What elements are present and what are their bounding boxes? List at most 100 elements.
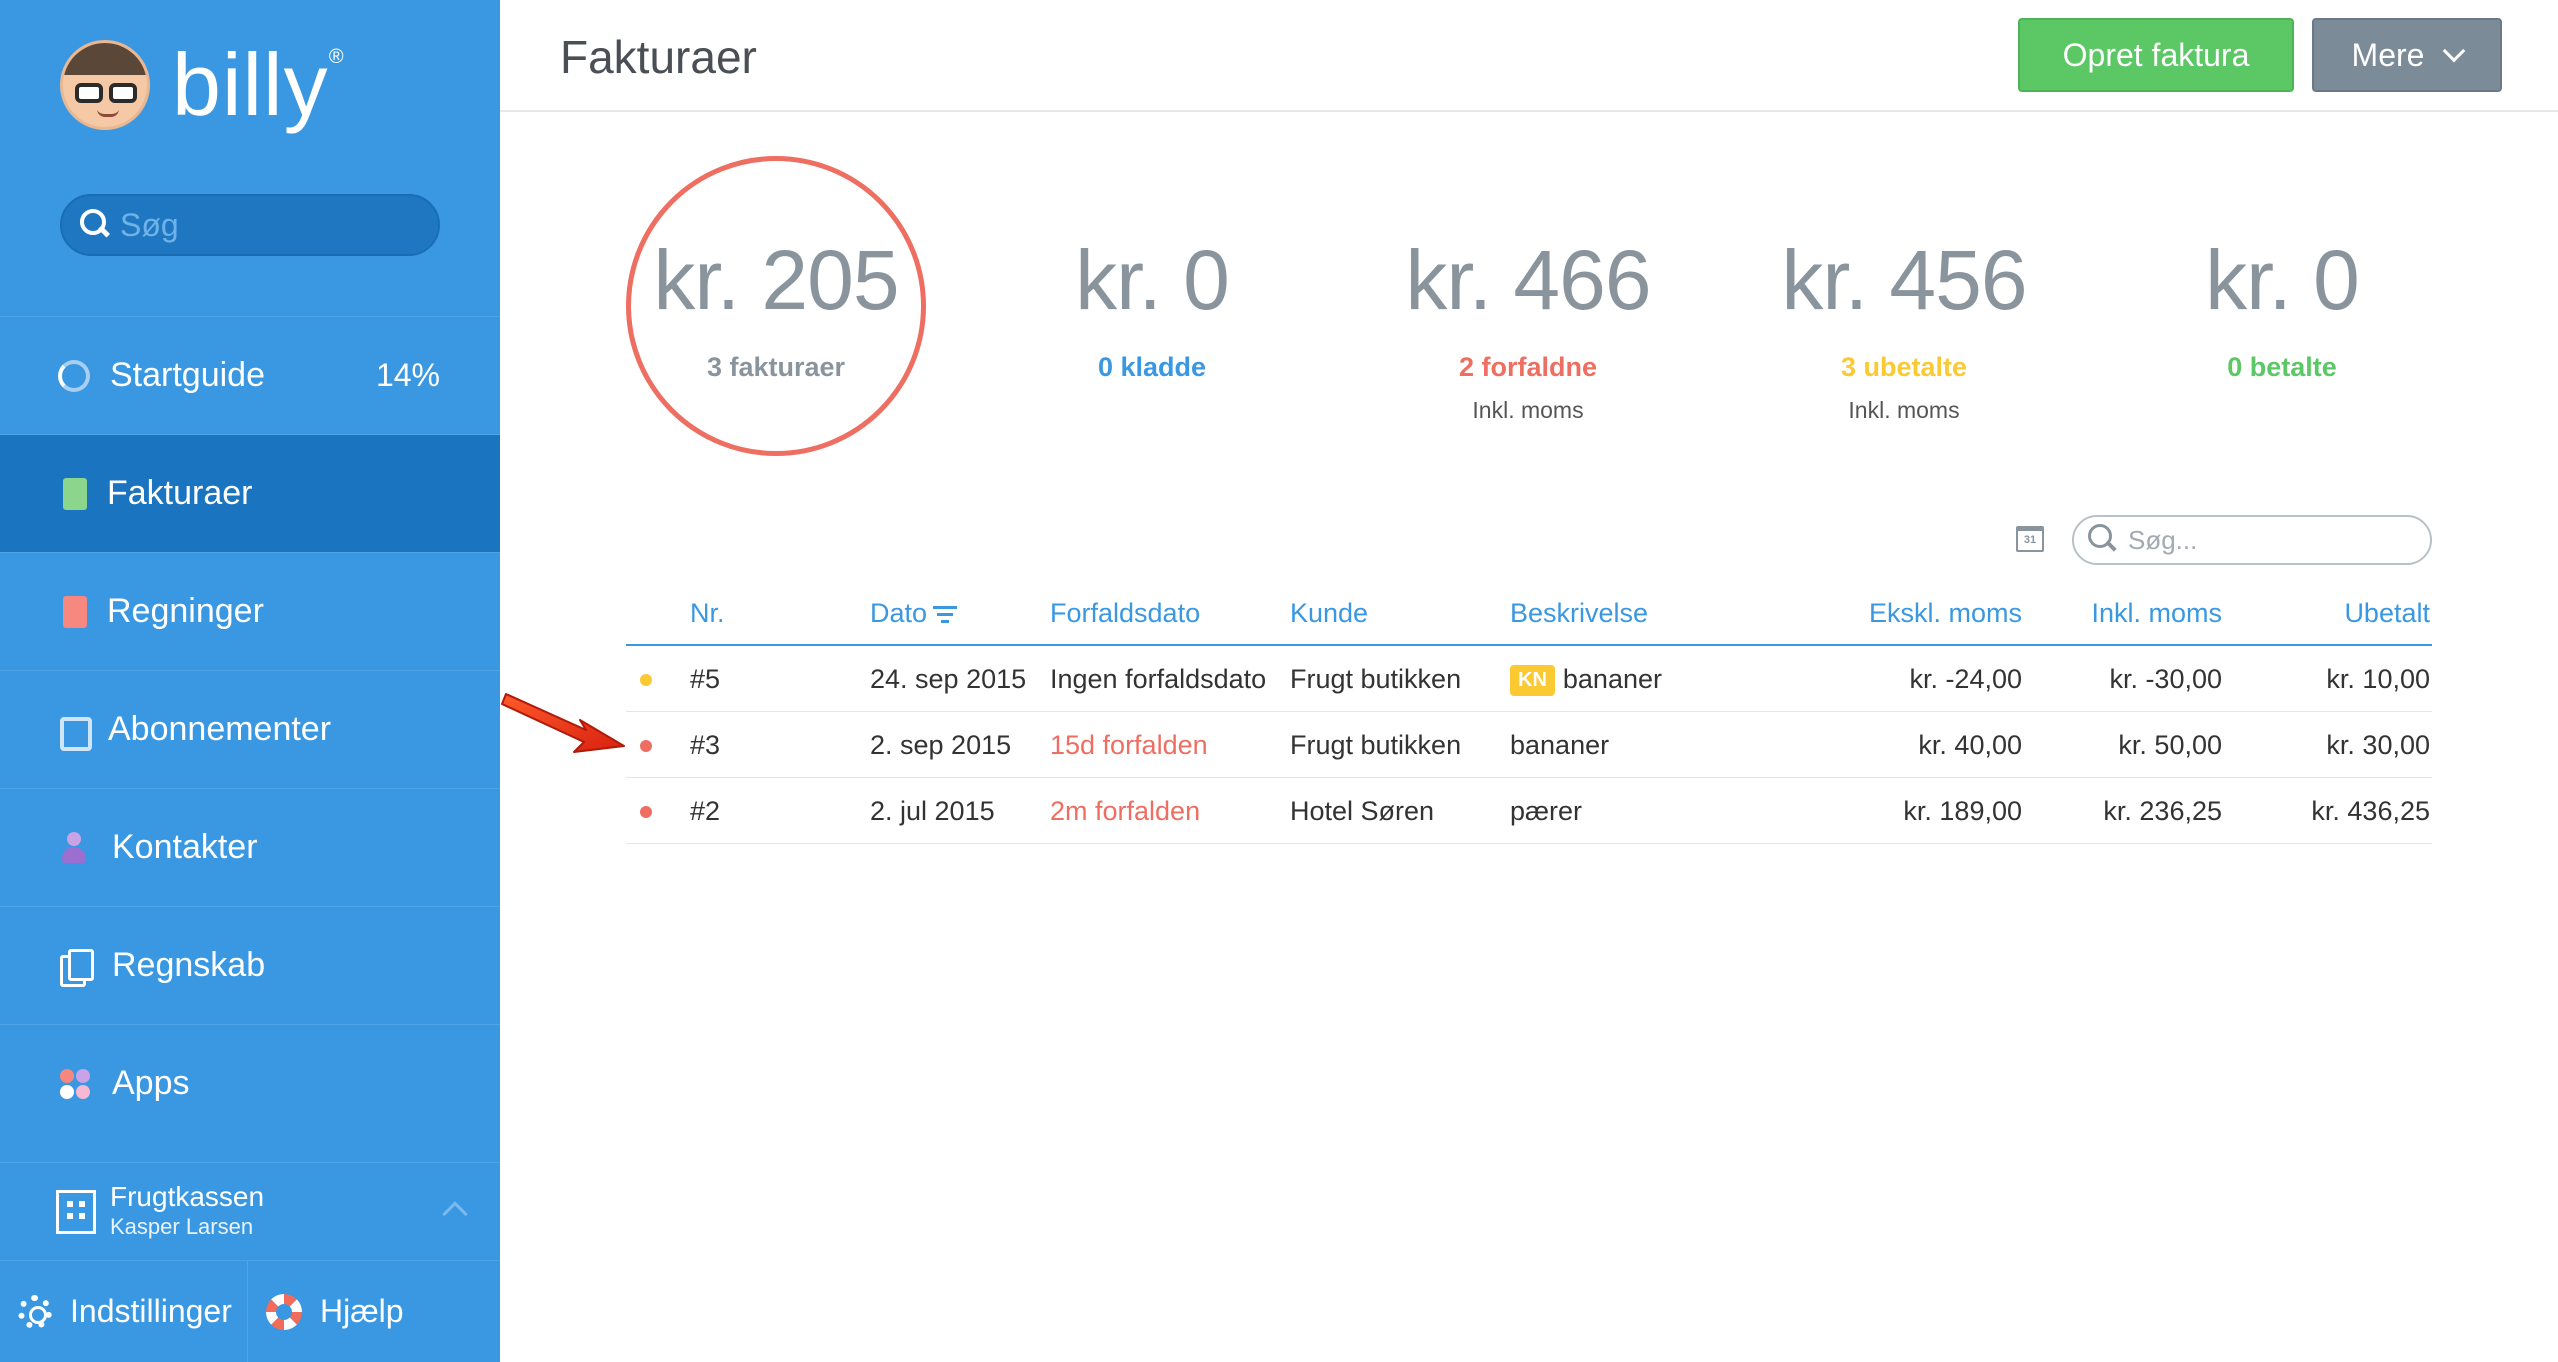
stat-amount: kr. 0 (2205, 233, 2360, 327)
sidebar-nav: Startguide 14% Fakturaer Regninger Abonn… (0, 316, 500, 1142)
table-row[interactable]: #5 24. sep 2015 Ingen forfaldsdato Frugt… (626, 646, 2432, 712)
cell-beskrivelse: KN bananer (1510, 664, 1662, 696)
startguide-progress: 14% (375, 357, 440, 393)
col-dato[interactable]: Dato (870, 598, 958, 629)
sidebar-item-startguide[interactable]: Startguide 14% (0, 316, 500, 434)
stat-amount: kr. 456 (1781, 233, 2027, 327)
stat-label: 0 betalte (2227, 352, 2337, 382)
col-forfaldsdato[interactable]: Forfaldsdato (1050, 598, 1200, 629)
stat-label: 3 fakturaer (706, 352, 846, 382)
annotation-arrow-icon (501, 693, 625, 753)
sidebar-item-kontakter[interactable]: Kontakter (0, 788, 500, 906)
stat-sub: Inkl. moms (1472, 397, 1584, 423)
sidebar-item-label: Kontakter (112, 828, 258, 866)
invoice-icon (63, 477, 87, 510)
cell-forfaldsdato: 2m forfalden (1050, 796, 1201, 826)
sidebar-search[interactable] (60, 194, 440, 256)
sidebar-item-abonnementer[interactable]: Abonnementer (0, 670, 500, 788)
col-beskrivelse[interactable]: Beskrivelse (1510, 598, 1648, 629)
logo-text: billy ® (172, 35, 345, 134)
cell-ekskl-moms: kr. 40,00 (1918, 730, 2022, 760)
stat-draft[interactable]: kr. 0 0 kladde (1002, 150, 1302, 397)
cell-kunde: Frugt butikken (1290, 664, 1462, 694)
chevron-up-icon (442, 1201, 468, 1227)
building-icon (56, 1189, 96, 1234)
sidebar-item-regnskab[interactable]: Regnskab (0, 906, 500, 1024)
cell-nr: #2 (690, 796, 721, 826)
sort-icon (933, 605, 958, 624)
stat-amount: kr. 466 (1405, 233, 1651, 327)
col-dato-label: Dato (870, 598, 928, 628)
cell-kunde: Frugt butikken (1290, 730, 1462, 760)
sidebar-item-fakturaer[interactable]: Fakturaer (0, 434, 500, 552)
sidebar-item-apps[interactable]: Apps (0, 1024, 500, 1142)
company-switcher[interactable]: Frugtkassen Kasper Larsen (0, 1162, 500, 1260)
cell-forfaldsdato: Ingen forfaldsdato (1050, 664, 1267, 694)
cell-ubetalt: kr. 436,25 (2311, 796, 2430, 826)
billy-mascot-icon (60, 40, 150, 130)
cell-inkl-moms: kr. 50,00 (2118, 730, 2222, 760)
status-dot (640, 740, 652, 752)
status-dot (640, 806, 652, 818)
col-nr[interactable]: Nr. (690, 598, 725, 629)
cell-ubetalt: kr. 10,00 (2326, 664, 2430, 694)
col-ubetalt[interactable]: Ubetalt (2344, 598, 2430, 629)
more-button[interactable]: Mere (2312, 18, 2502, 92)
table-search[interactable] (2072, 515, 2432, 565)
sidebar-item-label: Regninger (107, 592, 264, 630)
cell-beskrivelse: pærer (1510, 796, 1583, 826)
bill-icon (63, 595, 87, 628)
col-ekskl-moms[interactable]: Ekskl. moms (1869, 598, 2022, 629)
cell-dato: 2. sep 2015 (870, 730, 1012, 760)
sidebar-item-regninger[interactable]: Regninger (0, 552, 500, 670)
billy-logo[interactable]: billy ® (60, 35, 345, 134)
page-title: Fakturaer (560, 31, 757, 83)
more-button-label: Mere (2351, 36, 2425, 73)
create-invoice-button[interactable]: Opret faktura (2018, 18, 2294, 92)
sidebar-item-label: Abonnementer (108, 710, 332, 748)
cell-dato: 24. sep 2015 (870, 664, 1027, 694)
table-header: Nr. Dato Forfaldsdato Kunde Beskrivelse … (626, 580, 2432, 646)
sidebar: billy® Startguide 14% Fakturaer Regninge… (0, 0, 500, 1362)
sidebar-item-label: Fakturaer (107, 474, 253, 512)
calendar-icon[interactable]: 31 (2016, 526, 2044, 552)
cell-ekskl-moms: kr. 189,00 (1903, 796, 2022, 826)
col-kunde[interactable]: Kunde (1290, 598, 1368, 629)
stat-sub: Inkl. moms (1848, 397, 1960, 423)
stat-all[interactable]: kr. 205 3 fakturaer (626, 150, 926, 397)
stat-label: 3 ubetalte (1840, 352, 1968, 382)
stat-amount: kr. 0 (1075, 233, 1230, 327)
invoice-table: Nr. Dato Forfaldsdato Kunde Beskrivelse … (626, 580, 2432, 844)
chevron-down-icon (2443, 39, 2466, 63)
sidebar-item-label: Startguide (110, 356, 265, 394)
help-button[interactable]: Hjælp (248, 1261, 404, 1362)
sidebar-footer: Indstillinger Hjælp (0, 1260, 500, 1362)
settings-button[interactable]: Indstillinger (0, 1261, 248, 1362)
page-header: Fakturaer Opret faktura Mere (500, 0, 2558, 112)
table-row[interactable]: #2 2. jul 2015 2m forfalden Hotel Søren … (626, 778, 2432, 844)
spinner-icon (58, 359, 90, 392)
cell-nr: #3 (690, 730, 721, 760)
search-icon (80, 209, 112, 241)
status-dot (640, 674, 652, 686)
stat-unpaid[interactable]: kr. 456 3 ubetalte Inkl. moms (1754, 150, 2054, 424)
cell-ekskl-moms: kr. -24,00 (1909, 664, 2022, 694)
lifebuoy-icon (266, 1293, 302, 1330)
table-row[interactable]: #3 2. sep 2015 15d forfalden Frugt butik… (626, 712, 2432, 778)
company-user: Kasper Larsen (110, 1214, 254, 1240)
table-search-input[interactable] (2128, 524, 2408, 556)
app-window: billy® Startguide 14% Fakturaer Regninge… (0, 0, 2558, 1362)
main-content: Fakturaer Opret faktura Mere kr. 205 3 f… (500, 0, 2558, 1362)
stat-overdue[interactable]: kr. 466 2 forfaldne Inkl. moms (1378, 150, 1678, 424)
col-inkl-moms[interactable]: Inkl. moms (2091, 598, 2222, 629)
cell-inkl-moms: kr. -30,00 (2109, 664, 2222, 694)
sidebar-search-input[interactable] (120, 206, 420, 244)
accounting-icon (58, 948, 94, 987)
sidebar-item-label: Apps (112, 1064, 190, 1102)
stat-label: 0 kladde (1097, 352, 1207, 382)
apps-icon (58, 1067, 92, 1101)
cell-beskrivelse: bananer (1510, 730, 1610, 760)
cell-inkl-moms: kr. 236,25 (2103, 796, 2222, 826)
sidebar-item-label: Regnskab (112, 946, 266, 984)
stat-paid[interactable]: kr. 0 0 betalte (2132, 150, 2432, 397)
